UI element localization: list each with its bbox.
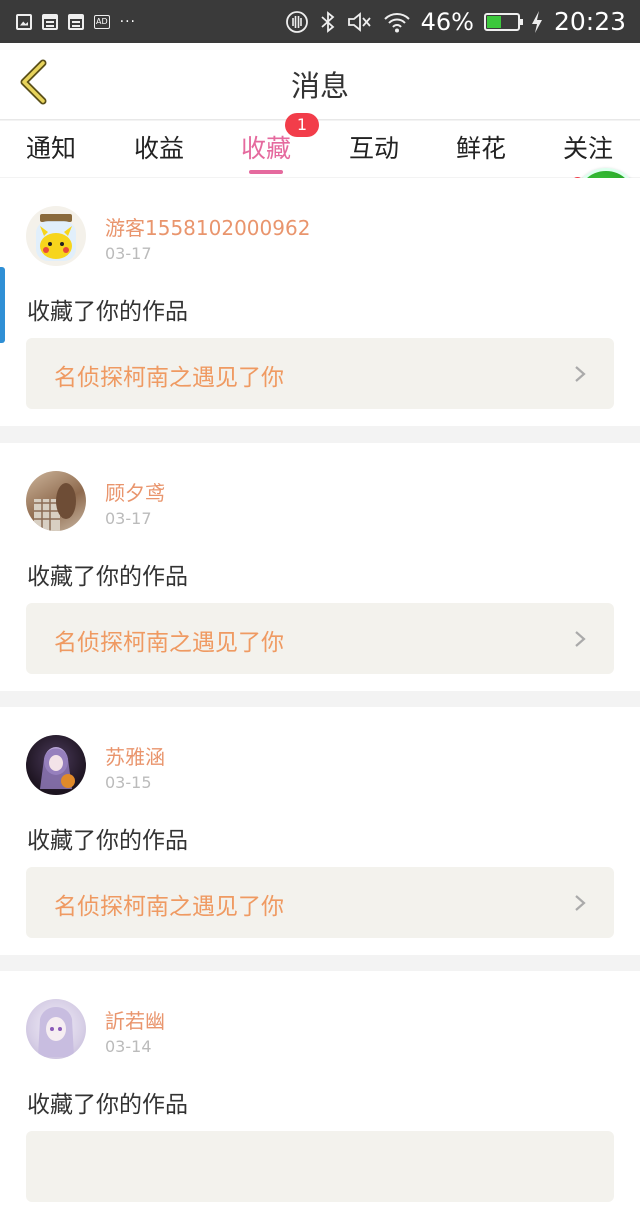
unread-badge: 1 [285,113,319,137]
mute-icon [347,11,371,32]
gallery-icon [16,13,32,30]
tab-follows[interactable]: 关注 [543,129,633,165]
work-link[interactable]: 名侦探柯南之遇见了你 [26,867,614,938]
battery-icon [483,12,523,31]
tab-bar: 通知 收益 收藏 互动 鲜花 关注 [0,121,640,177]
message-text: 收藏了你的作品 [27,564,188,590]
work-title: 名侦探柯南之遇见了你 [54,894,284,920]
work-title: 名侦探柯南之遇见了你 [54,630,284,656]
username[interactable]: 顾夕鸢 [105,477,165,506]
status-bar: AD ··· 46% 20:23 [0,0,640,43]
charging-icon [531,10,542,33]
pikachu-jar-avatar[interactable] [26,206,86,266]
message-text: 收藏了你的作品 [27,299,188,325]
anime-girl-avatar[interactable] [26,735,86,795]
scroll-edge-indicator [0,267,5,343]
tab-interactions[interactable]: 互动 [329,129,419,165]
calendar-icon [42,13,58,30]
username[interactable]: 訢若幽 [105,1005,165,1034]
anime-girl-avatar[interactable] [26,999,86,1059]
clock: 20:23 [553,7,626,36]
active-tab-indicator [249,170,283,174]
message-card[interactable]: 游客1558102000962 03-17 收藏了你的作品 名侦探柯南之遇见了你 [0,178,640,426]
work-link[interactable]: 名侦探柯南之遇见了你 [26,338,614,409]
message-card[interactable]: 顾夕鸢 03-17 收藏了你的作品 名侦探柯南之遇见了你 [0,443,640,691]
message-card[interactable]: 訢若幽 03-14 收藏了你的作品 [0,971,640,1219]
username[interactable]: 苏雅涵 [105,741,165,770]
calendar-icon [68,13,84,30]
battery-level [486,15,501,28]
nfc-icon [285,10,308,33]
message-date: 03-14 [105,1037,152,1056]
work-link[interactable] [26,1131,614,1202]
message-text: 收藏了你的作品 [27,828,188,854]
tab-notifications[interactable]: 通知 [6,129,96,165]
chevron-right-icon [575,631,586,647]
chevron-right-icon [575,366,586,382]
tab-flowers[interactable]: 鲜花 [436,129,526,165]
tab-earnings[interactable]: 收益 [114,129,204,165]
bluetooth-icon [321,10,334,33]
work-title: 名侦探柯南之遇见了你 [54,365,284,391]
header: 消息 [0,43,640,120]
page-title: 消息 [290,69,349,103]
chevron-right-icon [575,895,586,911]
battery-percent: 46% [420,7,474,36]
wifi-icon [383,12,410,32]
more-dots-icon: ··· [119,13,136,30]
ad-icon: AD [94,14,110,29]
person-avatar[interactable] [26,471,86,531]
message-date: 03-17 [105,509,152,528]
username[interactable]: 游客1558102000962 [105,212,310,241]
message-date: 03-15 [105,773,152,792]
message-text: 收藏了你的作品 [27,1092,188,1118]
work-link[interactable]: 名侦探柯南之遇见了你 [26,603,614,674]
message-card[interactable]: 苏雅涵 03-15 收藏了你的作品 名侦探柯南之遇见了你 [0,707,640,955]
message-date: 03-17 [105,244,152,263]
